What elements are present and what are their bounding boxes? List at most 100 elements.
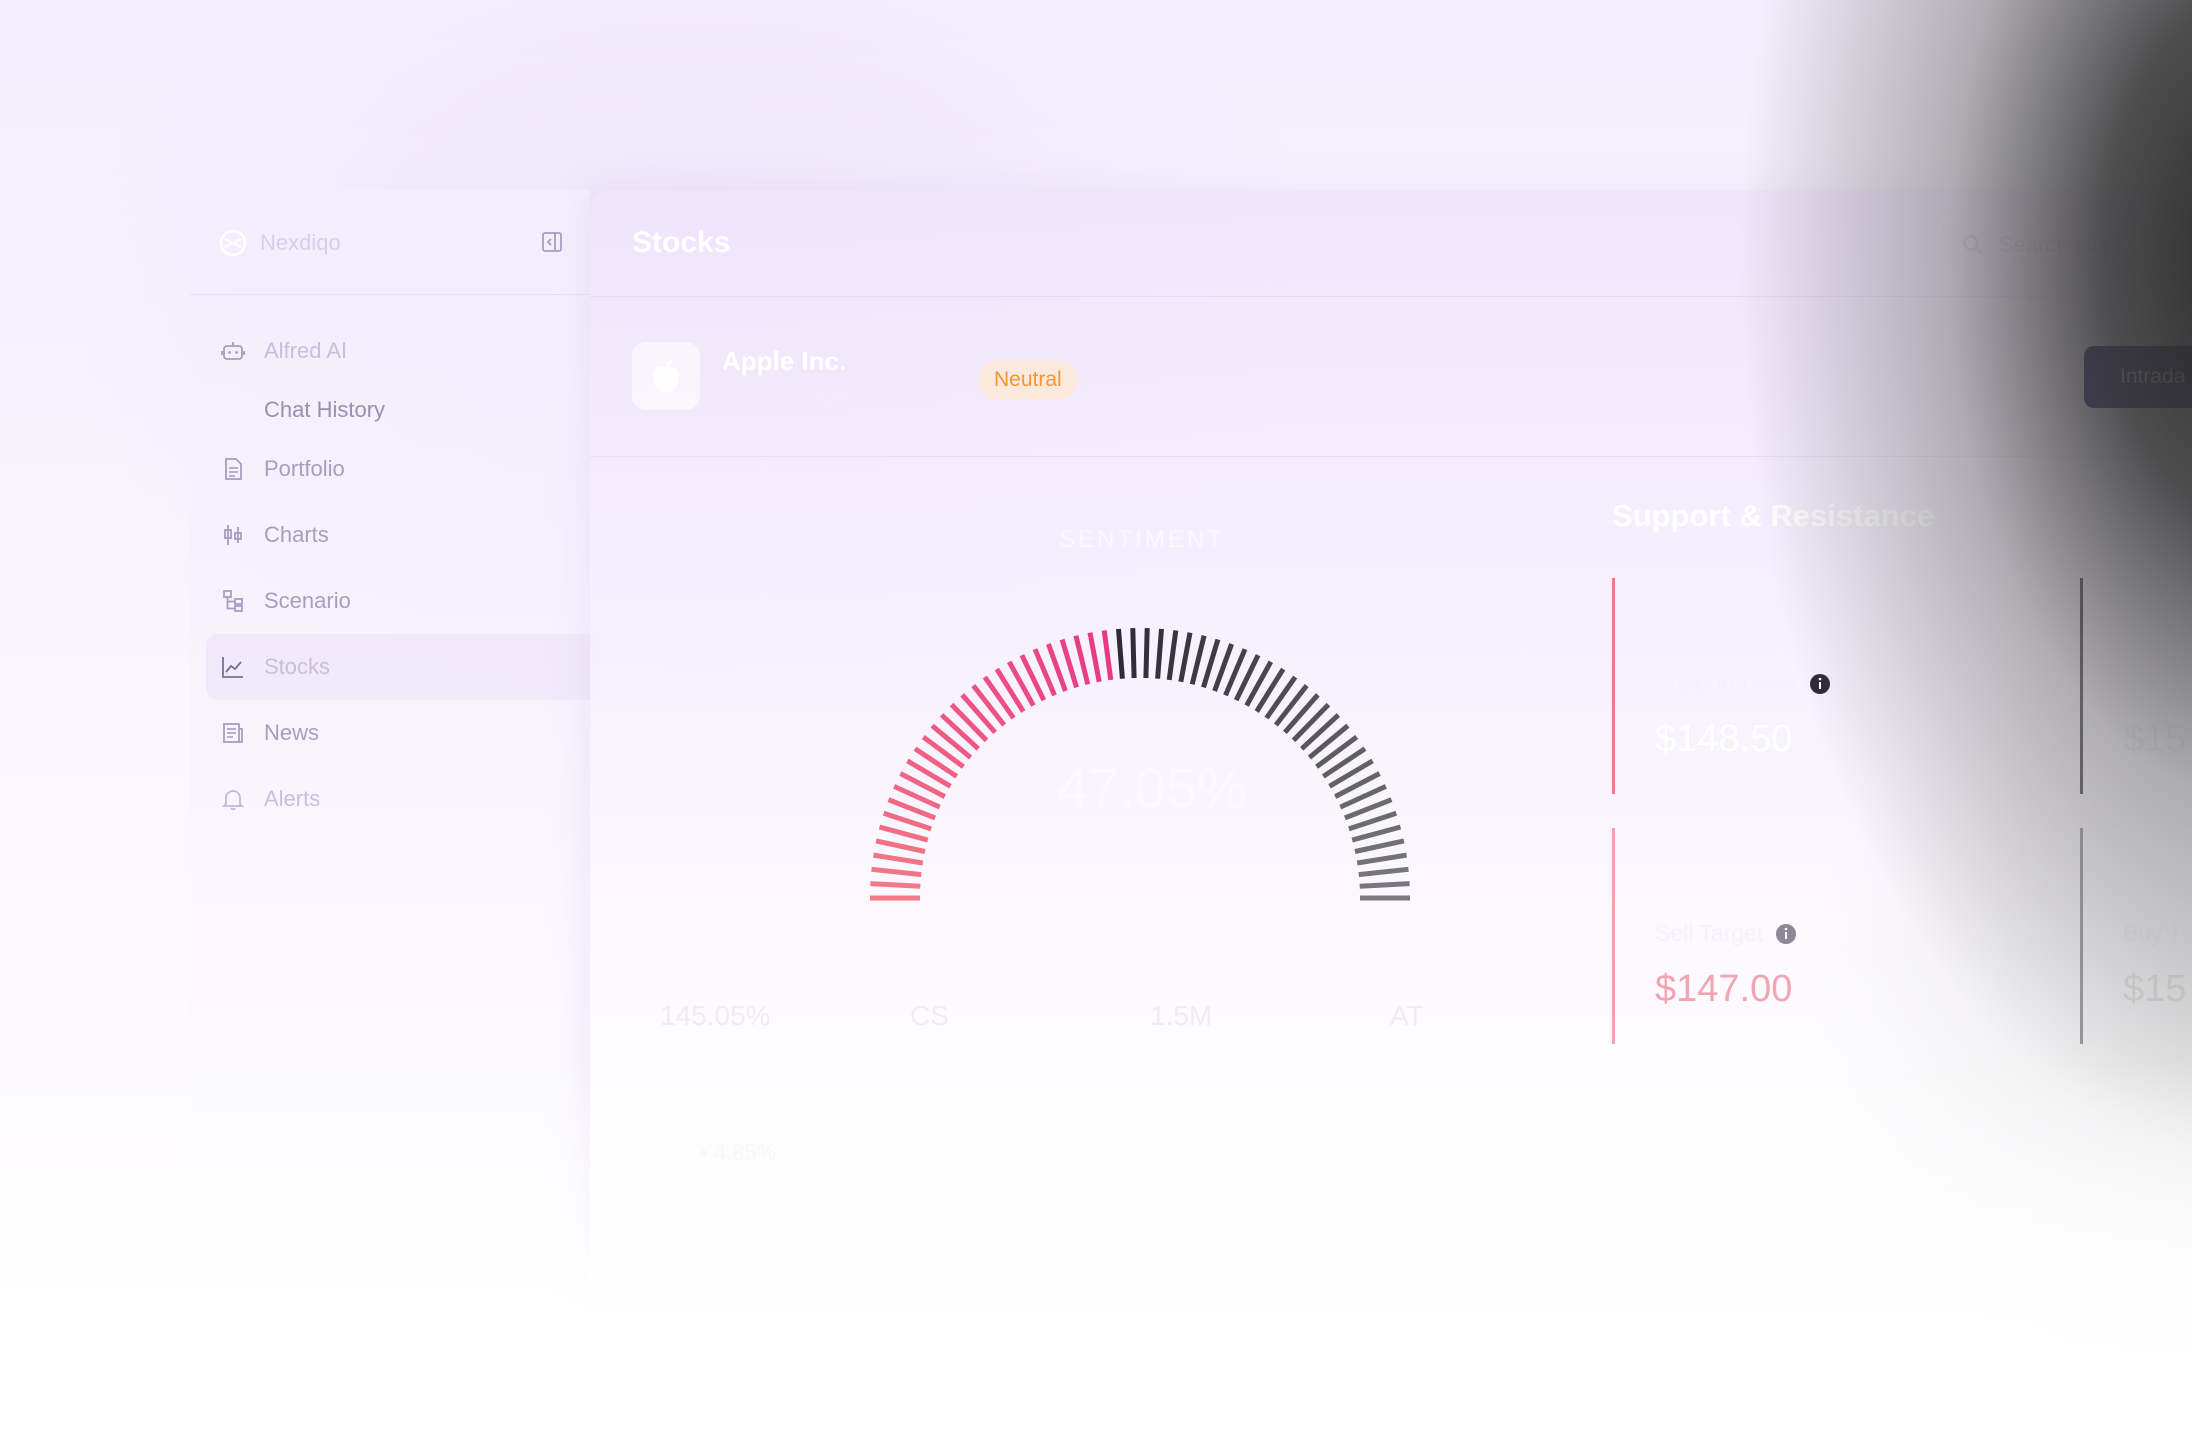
card-value: $147.00 xyxy=(1655,968,1793,1010)
brand-name: Nexdiqo xyxy=(260,230,341,255)
sidebar: Nexdiqo Alfred AI Chat History Portfolio… xyxy=(190,190,600,1290)
line-chart-icon xyxy=(222,657,243,678)
gauge-tick xyxy=(1359,881,1410,889)
gauge-tick xyxy=(939,713,980,751)
gauge-tick xyxy=(1300,713,1341,751)
gauge-tick xyxy=(971,684,1007,727)
sidebar-item-alerts[interactable]: Alerts xyxy=(220,766,600,832)
gauge-tick xyxy=(1155,628,1164,679)
page-title: Stocks xyxy=(632,226,731,259)
gauge-tick xyxy=(1101,630,1114,681)
sidebar-item-label: Chat History xyxy=(264,397,386,422)
stock-divider xyxy=(590,456,2192,457)
gauge-tick xyxy=(960,693,997,735)
stock-name: Apple Inc. (AAPL) xyxy=(722,346,940,377)
gauge-tick xyxy=(1264,675,1298,720)
sell-target-card: Sell Target $147.00 xyxy=(1612,828,2075,1044)
gauge-tick xyxy=(1351,824,1402,843)
detail-line: #Quick Consistency mt xyxy=(720,1288,945,1313)
gauge-tick xyxy=(1116,628,1125,679)
stat-item: 1.5M xyxy=(1150,1000,1213,1031)
info-icon[interactable] xyxy=(1775,923,1797,945)
card-label-text: Sell Target xyxy=(1655,920,1764,946)
card-label-text: Resist xyxy=(2123,670,2187,696)
stock-logo xyxy=(632,342,700,410)
sidebar-item-scenario[interactable]: Scenario xyxy=(220,568,600,634)
sidebar-item-label: News xyxy=(264,720,320,745)
gauge-tick xyxy=(1087,632,1102,683)
sidebar-item-chat-history[interactable]: Chat History xyxy=(220,384,600,436)
stat-item: AT xyxy=(1390,1000,1424,1031)
gauge-tick xyxy=(1356,852,1407,866)
gauge-tick xyxy=(1201,638,1221,689)
stat-item: CS xyxy=(910,1000,949,1031)
candlestick-icon xyxy=(224,525,242,545)
gauge-tick xyxy=(1358,866,1409,878)
sidebar-item-portfolio[interactable]: Portfolio xyxy=(220,436,600,502)
stock-company: Apple Inc. xyxy=(722,346,847,376)
collapse-sidebar-icon[interactable] xyxy=(540,230,564,254)
header-divider xyxy=(590,296,2192,297)
sidebar-item-label: Stocks xyxy=(264,654,331,679)
gauge-tick xyxy=(1178,632,1193,683)
brand-logo-icon xyxy=(219,229,247,257)
support-resistance-title: Support & Resistance xyxy=(1612,498,1935,533)
info-icon[interactable] xyxy=(1809,673,1831,695)
sidebar-item-label: Alerts xyxy=(264,786,321,811)
gauge-tick xyxy=(871,866,922,878)
gauge-tick xyxy=(878,824,929,843)
gauge-tick xyxy=(1273,684,1309,727)
sidebar-item-stocks[interactable]: Stocks xyxy=(206,634,600,700)
sidebar-nav: Alfred AI Chat History Portfolio Charts … xyxy=(206,318,600,832)
flow-icon xyxy=(223,590,243,612)
search-input[interactable]: Search stocks by na xyxy=(1940,216,2192,274)
search-placeholder: Search stocks by na xyxy=(1999,232,2192,257)
gauge-tick xyxy=(982,675,1016,720)
bell-icon xyxy=(221,790,245,811)
apple-logo-icon xyxy=(653,360,679,392)
card-value: $15 xyxy=(2123,968,2187,1010)
brand[interactable]: Nexdiqo xyxy=(218,228,341,258)
document-icon xyxy=(225,458,242,480)
stock-subtitle: CS • 1M Chart xyxy=(722,388,851,410)
stat-item: 145.05% xyxy=(660,1000,771,1031)
stock-header: Apple Inc. (AAPL) CS • 1M Chart Neutral xyxy=(632,342,2192,412)
gauge-tick xyxy=(930,723,973,760)
screen: Nexdiqo Alfred AI Chat History Portfolio… xyxy=(0,0,2192,1456)
intraday-button[interactable]: Intrada xyxy=(2084,346,2192,408)
gauge-tick xyxy=(1315,734,1359,769)
gauge-tick xyxy=(1166,630,1179,681)
card-label: Sell Target xyxy=(1655,920,1797,947)
sidebar-item-label: Scenario xyxy=(264,588,351,613)
gauge-tick xyxy=(870,881,921,889)
sidebar-item-news[interactable]: News xyxy=(220,700,600,766)
card-label: Resist xyxy=(2123,670,2187,697)
stock-ticker: (AAPL) xyxy=(856,346,941,376)
sidebar-item-charts[interactable]: Charts xyxy=(220,502,600,568)
sidebar-item-alfred-ai[interactable]: Alfred AI xyxy=(220,318,600,384)
search-icon xyxy=(1963,235,1983,255)
detail-line: • 4.85% xyxy=(700,1140,777,1165)
gauge-tick xyxy=(1059,638,1079,689)
card-label: Support Level xyxy=(1655,670,1831,697)
gauge-tick xyxy=(949,702,989,743)
robot-icon xyxy=(221,342,245,360)
gauge-tick xyxy=(1321,746,1367,779)
gauge-tick xyxy=(875,838,926,854)
sentiment-value: 47.05% xyxy=(1057,756,1247,819)
gauge-tick xyxy=(1073,635,1091,685)
sidebar-item-label: Portfolio xyxy=(264,456,345,481)
main-panel: Stocks Search stocks by na Apple Inc. (AA… xyxy=(590,190,2192,1313)
sidebar-item-label: Charts xyxy=(264,522,329,547)
gauge-tick xyxy=(1354,838,1405,854)
sentiment-gauge xyxy=(870,628,1410,901)
gauge-tick xyxy=(921,734,965,769)
gauge-tick xyxy=(1143,628,1150,679)
newspaper-icon xyxy=(223,723,243,743)
stats-row: 145.05% CS 1.5M AT xyxy=(660,1000,1660,1040)
sidebar-item-label: Alfred AI xyxy=(264,338,348,363)
card-label-text: Support Level xyxy=(1655,670,1797,696)
card-label: Buy T xyxy=(2123,920,2183,947)
card-value: $15 xyxy=(2123,718,2187,760)
gauge-tick xyxy=(1291,702,1331,743)
